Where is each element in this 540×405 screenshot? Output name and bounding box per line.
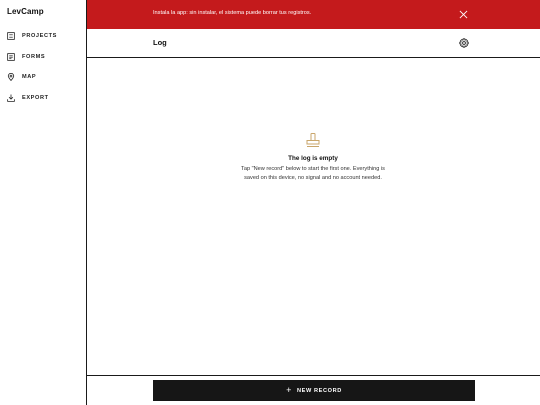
sidebar-nav: PROJECTS FORMS MAP EXPORT <box>7 30 57 112</box>
new-record-label: NEW RECORD <box>297 387 342 394</box>
sidebar-item-map[interactable]: MAP <box>7 71 57 83</box>
plus-icon: + <box>286 385 292 395</box>
install-banner: Instala la app: sin instalar, el sistema… <box>87 0 540 29</box>
sidebar-item-label: FORMS <box>22 53 46 60</box>
sidebar-item-label: PROJECTS <box>22 33 57 39</box>
document-icon <box>7 52 15 61</box>
grid-icon <box>7 32 15 40</box>
close-icon[interactable] <box>459 10 468 19</box>
empty-state-title: The log is empty <box>288 155 338 162</box>
empty-state: The log is empty Tap "New record" below … <box>236 132 390 182</box>
sidebar: LevCamp PROJECTS FORMS MAP EXPORT <box>0 0 87 405</box>
sidebar-item-export[interactable]: EXPORT <box>7 92 57 104</box>
banner-text: Instala la app: sin instalar, el sistema… <box>153 10 312 16</box>
page-title: Log <box>153 38 167 47</box>
page-header: Log <box>87 29 540 58</box>
sidebar-item-label: MAP <box>22 74 37 80</box>
new-record-button[interactable]: + NEW RECORD <box>153 380 475 401</box>
bottom-bar: + NEW RECORD <box>87 375 540 405</box>
stamp-icon <box>306 133 320 147</box>
sidebar-item-forms[interactable]: FORMS <box>7 51 57 63</box>
download-icon <box>7 93 15 102</box>
empty-state-description: Tap "New record" below to start the firs… <box>241 166 385 181</box>
sidebar-item-label: EXPORT <box>22 94 49 101</box>
sidebar-item-projects[interactable]: PROJECTS <box>7 30 57 42</box>
gear-icon[interactable] <box>459 38 469 48</box>
map-pin-icon <box>7 73 15 81</box>
app-logo: LevCamp <box>7 7 44 16</box>
